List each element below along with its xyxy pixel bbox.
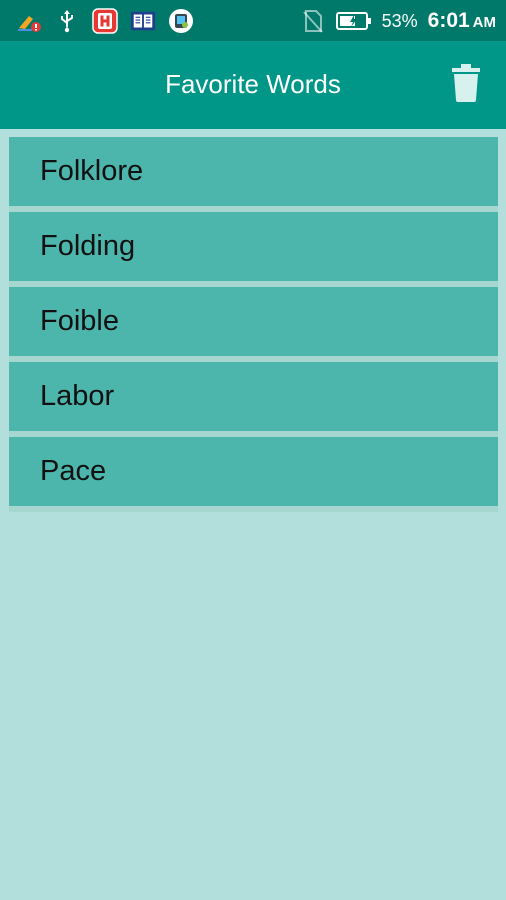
h-app-icon: [92, 8, 118, 34]
battery-icon: [335, 8, 372, 34]
trash-icon: [452, 63, 480, 107]
cleaner-icon: [16, 8, 42, 34]
status-bar-notifications: [16, 6, 194, 36]
clock-ampm: AM: [472, 14, 496, 31]
status-bar-system: 53% 6:01 AM: [300, 6, 496, 36]
no-sim-icon: [300, 8, 326, 34]
app-bar: Favorite Words: [0, 41, 506, 129]
delete-all-button[interactable]: [446, 63, 486, 107]
book-icon: [130, 8, 156, 34]
word-label: Foible: [40, 305, 119, 337]
clock: 6:01 AM: [428, 9, 496, 33]
page-title: Favorite Words: [165, 69, 341, 99]
word-label: Folklore: [40, 155, 144, 187]
list-item[interactable]: Folklore: [9, 137, 498, 212]
status-bar: 53% 6:01 AM: [0, 0, 506, 41]
word-label: Pace: [40, 455, 107, 487]
word-label: Folding: [40, 230, 136, 262]
list-item[interactable]: Folding: [9, 212, 498, 287]
battery-percent: 53%: [381, 10, 418, 31]
favorite-words-list: Folklore Folding Foible Labor Pace: [9, 137, 498, 512]
word-label: Labor: [40, 380, 115, 412]
list-item[interactable]: Pace: [9, 437, 498, 512]
list-item[interactable]: Foible: [9, 287, 498, 362]
usb-icon: [54, 8, 80, 34]
list-item[interactable]: Labor: [9, 362, 498, 437]
clock-time: 6:01: [427, 9, 470, 32]
screen-icon: [168, 8, 194, 34]
